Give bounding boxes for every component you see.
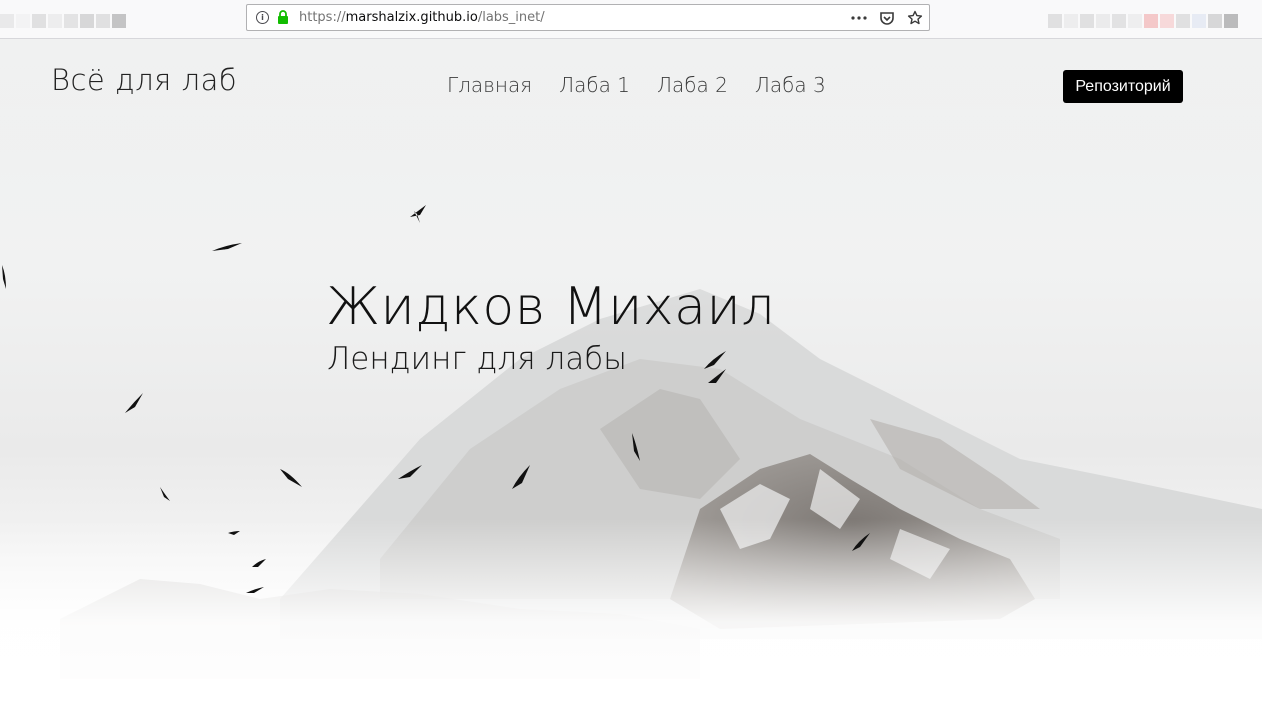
lock-icon[interactable] bbox=[277, 10, 289, 24]
repository-button[interactable]: Репозиторий bbox=[1063, 70, 1183, 103]
blurred-toolbar-left bbox=[0, 0, 128, 32]
nav-item-lab-2[interactable]: Лаба 2 bbox=[657, 73, 728, 97]
site-brand[interactable]: Всё для лаб bbox=[51, 63, 237, 97]
bookmark-star-icon[interactable] bbox=[907, 10, 923, 26]
url-scheme: https:// bbox=[299, 10, 346, 25]
address-bar-actions bbox=[851, 9, 923, 27]
nav-item-home[interactable]: Главная bbox=[447, 73, 532, 97]
url-path: /labs_inet/ bbox=[477, 10, 545, 25]
bird-icon bbox=[160, 487, 170, 501]
main-nav: Главная Лаба 1 Лаба 2 Лаба 3 bbox=[447, 73, 826, 97]
hero-subtitle: Лендинг для лабы bbox=[327, 341, 627, 377]
more-icon[interactable] bbox=[851, 15, 867, 21]
mountain-background-image bbox=[0, 39, 1262, 725]
bird-icon bbox=[125, 393, 143, 413]
browser-toolbar: i https://marshalzix.github.io/labs_inet… bbox=[0, 0, 1262, 39]
info-icon[interactable]: i bbox=[256, 11, 269, 24]
url-host: marshalzix.github.io bbox=[345, 10, 478, 25]
url-text[interactable]: https://marshalzix.github.io/labs_inet/ bbox=[299, 10, 545, 25]
hero-title: Жидков Михаил bbox=[326, 277, 775, 337]
hero-section: Всё для лаб Главная Лаба 1 Лаба 2 Лаба 3… bbox=[0, 39, 1262, 725]
address-bar[interactable]: i https://marshalzix.github.io/labs_inet… bbox=[246, 4, 930, 31]
blurred-toolbar-right bbox=[1048, 0, 1240, 32]
nav-item-lab-1[interactable]: Лаба 1 bbox=[559, 73, 630, 97]
bird-icon bbox=[280, 469, 302, 487]
pocket-icon[interactable] bbox=[879, 10, 895, 26]
nav-item-lab-3[interactable]: Лаба 3 bbox=[755, 73, 826, 97]
